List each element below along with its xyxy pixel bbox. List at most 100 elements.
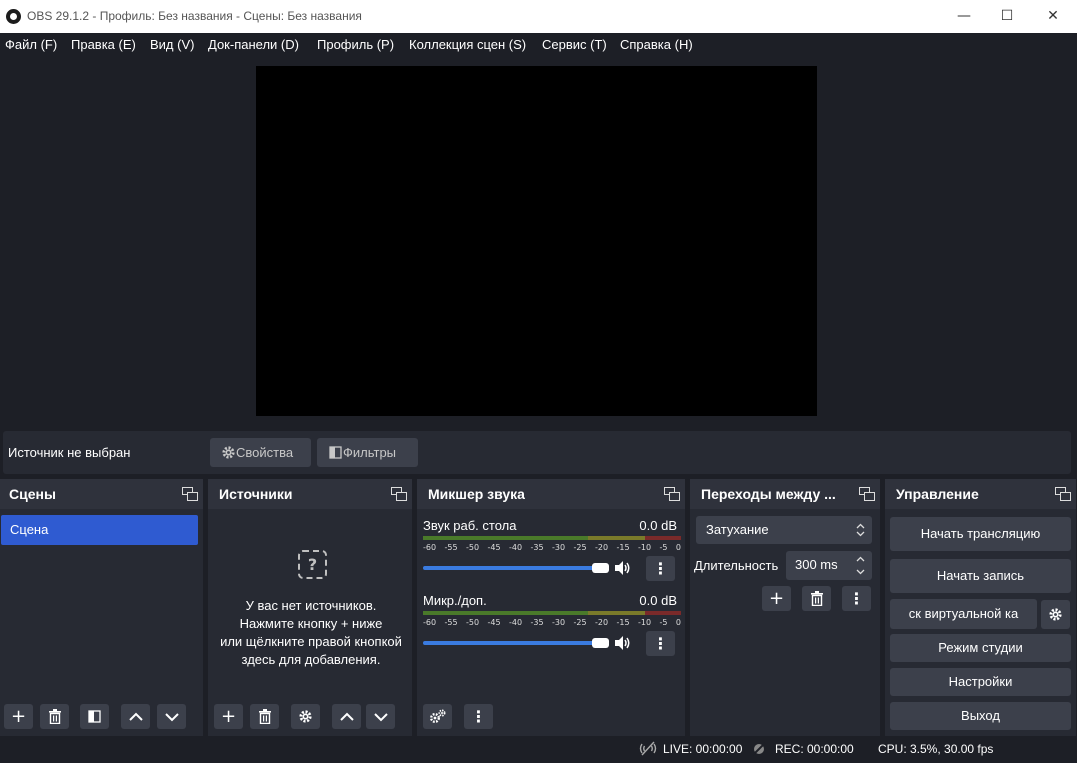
no-source-label: Источник не выбран [8,445,131,460]
transitions-header: Переходы между ... [690,479,880,509]
speaker-icon[interactable] [614,560,632,576]
transitions-dock: Переходы между ... Затухание Длительност… [690,479,880,736]
sources-header: Источники [208,479,412,509]
desktop-audio-name: Звук раб. стола [423,518,517,533]
undock-icon[interactable] [391,487,407,501]
empty-sources-line: здесь для добавления. [241,652,381,667]
trash-icon [258,709,271,725]
transition-select[interactable]: Затухание [696,516,872,544]
undock-icon[interactable] [1055,487,1071,501]
gear-icon [1049,608,1062,621]
plus-icon: + [768,588,785,609]
undock-icon[interactable] [182,487,198,501]
source-properties-button[interactable] [291,704,320,729]
remove-source-button[interactable] [250,704,279,729]
spin-arrows-icon [856,556,865,575]
menu-file[interactable]: Файл (F) [5,37,57,52]
mixer-menu-button[interactable]: ⋮ [464,704,493,729]
undock-icon[interactable] [664,487,680,501]
volume-slider[interactable] [423,566,609,570]
move-source-up-button[interactable] [332,704,361,729]
exit-button[interactable]: Выход [890,702,1071,730]
rec-timer: REC: 00:00:00 [775,742,854,756]
empty-sources-line: Нажмите кнопку + ниже [239,616,383,631]
add-source-button[interactable]: + [214,704,243,729]
preview-canvas[interactable] [256,66,817,416]
menu-edit[interactable]: Правка (E) [71,37,136,52]
menu-docks[interactable]: Док-панели (D) [208,37,299,52]
move-scene-up-button[interactable] [121,704,150,729]
menu-bar: Файл (F) Правка (E) Вид (V) Док-панели (… [0,33,1077,57]
close-button[interactable]: ✕ [1030,0,1076,33]
chevron-down-icon [373,713,388,722]
sources-dock: Источники ? У вас нет источников. Нажмит… [208,479,412,736]
trash-icon [48,709,61,725]
virtual-camera-settings-button[interactable] [1041,600,1070,629]
title-bar: OBS 29.1.2 - Профиль: Без названия - Сце… [0,0,1077,33]
scene-filters-button[interactable] [80,704,109,729]
menu-tools[interactable]: Сервис (T) [542,37,607,52]
meter-ticks: -60 -55 -50 -45 -40 -35 -30 -25 -20 -15 -10 -5 0 [423,618,681,627]
move-scene-down-button[interactable] [157,704,186,729]
more-vertical-icon: ⋮ [652,559,669,578]
controls-title: Управление [896,486,979,502]
add-transition-button[interactable]: + [762,586,791,611]
remove-transition-button[interactable] [802,586,831,611]
empty-sources-line: У вас нет источников. [245,598,377,613]
plus-icon: + [10,706,27,727]
speaker-icon[interactable] [614,635,632,651]
advanced-audio-button[interactable] [423,704,452,729]
chevron-up-icon [128,712,143,721]
scene-list-item[interactable]: Сцена [1,515,198,545]
start-recording-button[interactable]: Начать запись [890,559,1071,593]
start-streaming-button[interactable]: Начать трансляцию [890,517,1071,551]
cpu-fps: CPU: 3.5%, 30.00 fps [878,742,994,756]
studio-mode-button[interactable]: Режим студии [890,634,1071,662]
undock-icon[interactable] [859,487,875,501]
plus-icon: + [220,706,237,727]
transitions-title: Переходы между ... [701,486,836,502]
menu-profile[interactable]: Профиль (P) [317,37,394,52]
more-vertical-icon: ⋮ [470,707,487,726]
volume-slider-handle[interactable] [592,638,609,648]
menu-help[interactable]: Справка (H) [620,37,693,52]
preview-area [0,57,1077,427]
obs-logo-icon [6,9,21,24]
gear-icon [222,446,235,459]
mic-audio-name: Микр./доп. [423,593,487,608]
duration-label: Длительность [694,558,779,573]
volume-slider[interactable] [423,641,609,645]
channel-menu-button[interactable]: ⋮ [646,556,675,581]
move-source-down-button[interactable] [366,704,395,729]
start-virtual-camera-button[interactable]: ск виртуальной ка [890,599,1037,629]
sources-title: Источники [219,486,293,502]
menu-scene-collection[interactable]: Коллекция сцен (S) [409,37,526,52]
filters-button[interactable]: Фильтры [317,438,418,467]
meter-ticks: -60 -55 -50 -45 -40 -35 -30 -25 -20 -15 -10 -5 0 [423,543,681,552]
chevron-up-icon [339,712,354,721]
empty-sources-message[interactable]: У вас нет источников. Нажмите кнопку + н… [208,597,414,669]
transition-menu-button[interactable]: ⋮ [842,586,871,611]
filter-icon [88,710,101,723]
mixer-title: Микшер звука [428,486,525,502]
settings-button[interactable]: Настройки [890,668,1071,696]
empty-sources-line: или щёлкните правой кнопкой [220,634,402,649]
properties-button[interactable]: Свойства [210,438,311,467]
minimize-button[interactable]: — [941,0,987,33]
more-vertical-icon: ⋮ [652,634,669,653]
trash-icon [810,591,823,607]
maximize-button[interactable]: ☐ [984,0,1030,33]
add-scene-button[interactable]: + [4,704,33,729]
live-timer: LIVE: 00:00:00 [663,742,743,756]
more-vertical-icon: ⋮ [848,589,865,608]
scenes-header: Сцены [0,479,203,509]
menu-view[interactable]: Вид (V) [150,37,194,52]
volume-slider-handle[interactable] [592,563,609,573]
stream-off-icon [639,741,657,756]
window-title: OBS 29.1.2 - Профиль: Без названия - Сце… [27,9,362,23]
status-bar: LIVE: 00:00:00 REC: 00:00:00 CPU: 3.5%, … [0,737,1077,763]
remove-scene-button[interactable] [40,704,69,729]
controls-header: Управление [885,479,1076,509]
channel-menu-button[interactable]: ⋮ [646,631,675,656]
duration-spinbox[interactable]: 300 ms [786,551,872,580]
